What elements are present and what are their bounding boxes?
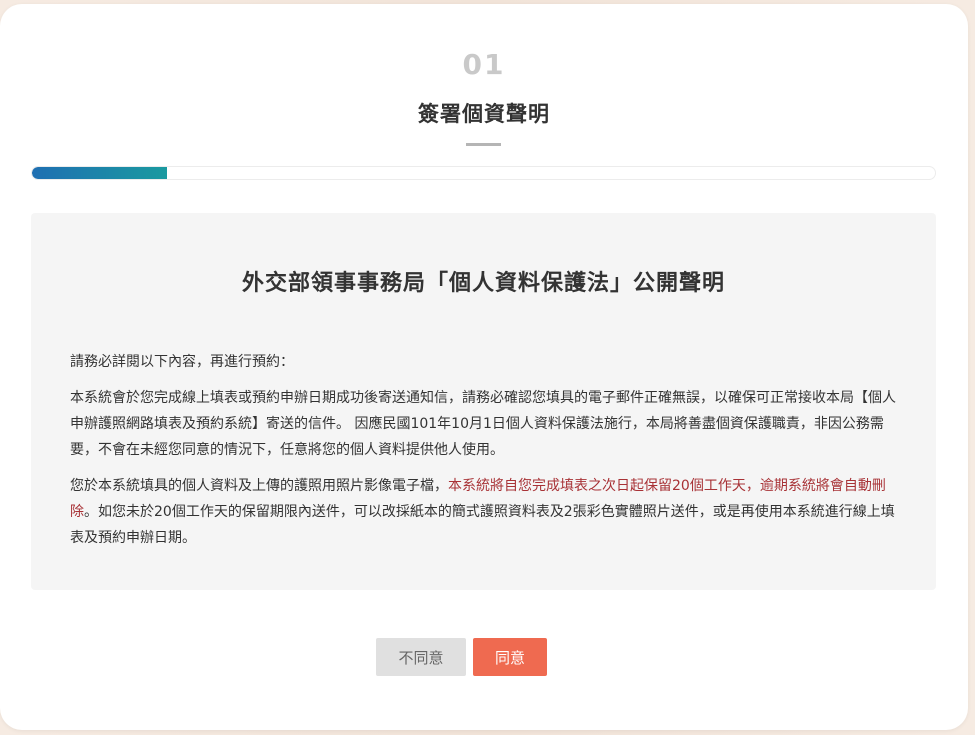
main-card: 01 簽署個資聲明 外交部領事事務局「個人資料保護法」公開聲明 請務必詳閱以下內… <box>0 4 968 730</box>
title-underline <box>466 143 501 146</box>
declaration-title: 外交部領事事務局「個人資料保護法」公開聲明 <box>241 271 725 296</box>
declaration-panel: 外交部領事事務局「個人資料保護法」公開聲明 請務必詳閱以下內容，再進行預約： 本… <box>31 213 936 590</box>
declaration-intro: 請務必詳閱以下內容，再進行預約： <box>70 354 294 370</box>
declaration-paragraph-1: 本系統會於您完成線上填表或預約申辦日期成功後寄送通知信，請務必確認您填具的電子郵… <box>70 390 896 458</box>
step-title: 簽署個資聲明 <box>418 102 550 126</box>
declaration-paragraph-2: 您於本系統填具的個人資料及上傳的護照用照片影像電子檔，本系統將自您完成填表之次日… <box>70 473 900 551</box>
agree-button[interactable]: 同意 <box>473 638 547 676</box>
progress-bar <box>31 166 936 180</box>
paragraph-2-text-after: 。如您未於20個工作天的保留期限內送件，可以改採紙本的簡式護照資料表及2張彩色實… <box>70 504 895 546</box>
action-buttons: 不同意 同意 <box>0 638 968 676</box>
declaration-body: 請務必詳閱以下內容，再進行預約： 本系統會於您完成線上填表或預約申辦日期成功後寄… <box>70 349 900 561</box>
disagree-button[interactable]: 不同意 <box>376 638 466 676</box>
paragraph-2-text-before: 您於本系統填具的個人資料及上傳的護照用照片影像電子檔， <box>70 478 448 494</box>
step-number: 01 <box>462 48 506 81</box>
progress-bar-fill <box>32 167 168 179</box>
